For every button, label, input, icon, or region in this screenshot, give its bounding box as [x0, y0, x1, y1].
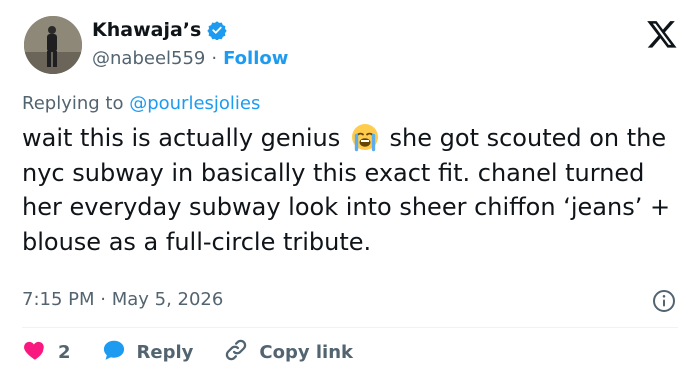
tweet-timestamp[interactable]: 7:15 PM · May 5, 2026 — [22, 289, 223, 310]
link-icon — [223, 337, 249, 368]
reply-label: Reply — [136, 341, 194, 363]
replying-to-line: Replying to @pourlesjolies — [22, 93, 260, 114]
loudly-crying-face-icon — [350, 122, 380, 152]
copy-link-button[interactable]: Copy link — [223, 337, 353, 368]
action-bar: 2 Reply Copy link — [22, 338, 353, 366]
reply-bubble-icon — [101, 337, 127, 368]
author-handle-row: @nabeel559 · Follow — [92, 48, 288, 69]
author-display-name[interactable]: Khawaja’s — [92, 19, 201, 41]
tweet-card: Khawaja’s @nabeel559 · Follow Replying t… — [0, 0, 700, 379]
separator-dot: · — [211, 48, 218, 69]
x-logo-icon[interactable] — [646, 18, 678, 50]
replying-prefix: Replying to — [22, 93, 130, 114]
follow-button[interactable]: Follow — [223, 48, 288, 69]
like-button[interactable]: 2 — [22, 337, 71, 368]
author-name-row: Khawaja’s — [92, 19, 227, 41]
like-count: 2 — [58, 341, 71, 363]
copy-link-label: Copy link — [259, 341, 353, 363]
heart-icon — [22, 337, 48, 368]
tweet-text-start: wait this is actually genius — [22, 124, 341, 152]
avatar[interactable] — [24, 16, 82, 74]
info-icon[interactable] — [652, 289, 676, 313]
replying-mention-link[interactable]: @pourlesjolies — [129, 93, 260, 114]
author-handle[interactable]: @nabeel559 — [92, 48, 205, 69]
tweet-text: wait this is actually genius she got sco… — [22, 121, 682, 259]
verified-badge-icon — [207, 20, 227, 41]
divider — [22, 327, 678, 328]
reply-button[interactable]: Reply — [101, 337, 194, 368]
